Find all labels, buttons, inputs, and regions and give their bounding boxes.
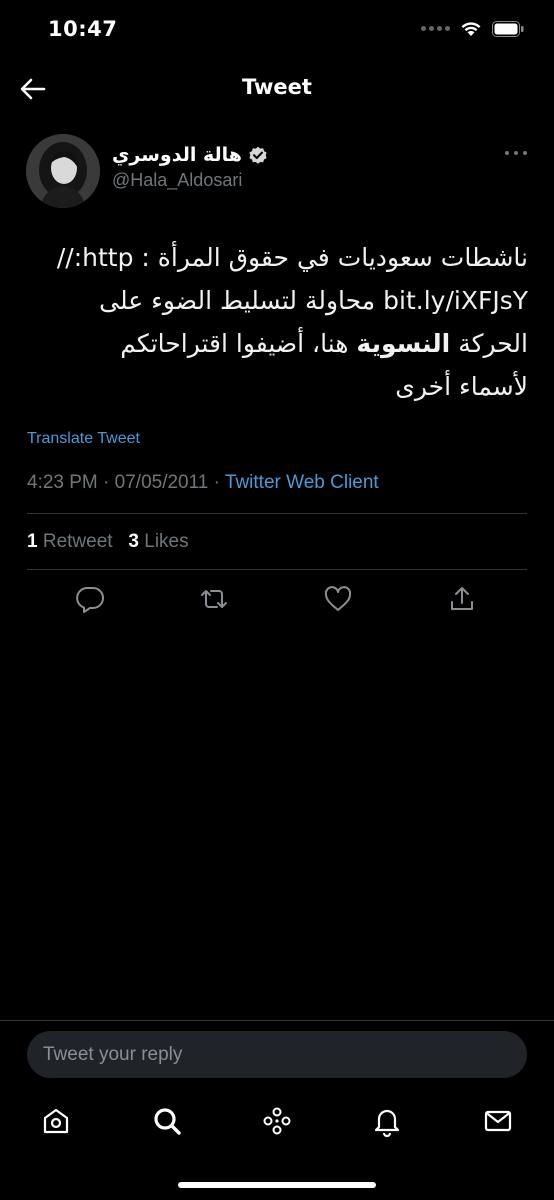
home-indicator[interactable]	[178, 1182, 376, 1188]
verified-badge-icon	[249, 146, 267, 164]
likes-label: Likes	[144, 531, 189, 552]
tweet-text: ناشطات سعوديات في حقوق المرأة : http:// …	[26, 236, 528, 408]
tab-home[interactable]	[40, 1105, 72, 1137]
display-name[interactable]: هالة الدوسري	[112, 144, 242, 166]
avatar[interactable]	[26, 134, 100, 208]
tab-notifications[interactable]	[371, 1105, 403, 1137]
tab-spaces[interactable]	[261, 1105, 293, 1137]
signal-icon	[421, 26, 450, 31]
author-text: هالة الدوسري @Hala_Aldosari	[112, 144, 268, 191]
like-button[interactable]	[323, 584, 353, 614]
reply-button[interactable]	[75, 584, 105, 614]
display-name-row: هالة الدوسري	[112, 144, 268, 166]
share-button[interactable]	[447, 584, 477, 614]
retweets-count: 1	[27, 531, 38, 552]
tweet-line-1: ناشطات سعوديات في حقوق المرأة : http://	[56, 243, 528, 272]
tweet-client-link[interactable]: Twitter Web Client	[225, 472, 379, 493]
likes-stat[interactable]: 3 Likes	[128, 531, 188, 552]
likes-count: 3	[128, 531, 139, 552]
tweet-time: 4:23 PM	[27, 472, 98, 493]
tweet-line-2: bit.ly/iXFJsY محاولة لتسليط الضوء على	[99, 286, 528, 315]
translate-tweet-link[interactable]: Translate Tweet	[27, 430, 140, 448]
retweets-label: Retweet	[42, 531, 113, 552]
retweets-stat[interactable]: 1 Retweet	[27, 531, 113, 552]
status-time: 10:47	[48, 17, 118, 41]
tab-messages[interactable]	[482, 1105, 514, 1137]
divider	[27, 513, 527, 514]
wifi-icon	[461, 22, 481, 36]
tweet-line-4: لأسماء أخرى	[395, 372, 528, 401]
reply-input[interactable]	[27, 1031, 527, 1078]
status-icons	[421, 20, 524, 37]
tweet-date: 07/05/2011	[114, 472, 209, 493]
tweet-stats: 1 Retweet 3 Likes	[27, 531, 189, 553]
divider	[27, 569, 527, 570]
more-options-button[interactable]	[504, 148, 528, 158]
tweet-author: هالة الدوسري @Hala_Aldosari	[26, 134, 528, 210]
user-handle[interactable]: @Hala_Aldosari	[112, 170, 268, 191]
tab-search[interactable]	[151, 1105, 183, 1137]
tweet-metadata: 4:23 PM · 07/05/2011 · Twitter Web Clien…	[27, 472, 379, 494]
meta-separator: ·	[97, 472, 115, 493]
status-bar: 10:47	[0, 0, 554, 60]
tweet-actions	[27, 584, 527, 616]
tweet-line-3: الحركة النسوية هنا، أضيفوا اقتراحاتكم	[26, 322, 528, 365]
retweet-button[interactable]	[199, 584, 229, 614]
bottom-tab-bar	[0, 1085, 554, 1145]
page-title: Tweet	[242, 75, 312, 99]
tweet-line-3-start: الحركة	[450, 329, 528, 358]
meta-separator-2: ·	[208, 472, 225, 493]
tweet-bold-word: النسوية	[356, 329, 451, 358]
top-app-bar: Tweet	[0, 62, 554, 116]
battery-icon	[492, 20, 524, 37]
tweet-line-3-end: هنا، أضيفوا اقتراحاتكم	[120, 329, 357, 358]
